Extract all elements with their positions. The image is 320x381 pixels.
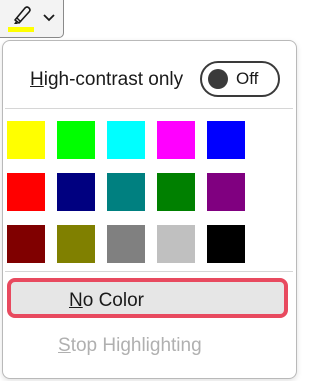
no-color-button[interactable]: No Color [7, 278, 288, 318]
color-swatch-bright-green[interactable] [56, 120, 96, 160]
high-contrast-label-rest: igh-contrast only [43, 69, 184, 90]
color-swatch-pink[interactable] [156, 120, 196, 160]
color-swatch-gray-50[interactable] [106, 224, 146, 264]
high-contrast-accelerator: H [30, 69, 44, 90]
high-contrast-toggle[interactable]: Off [200, 61, 280, 97]
highlighter-split-button[interactable] [0, 0, 64, 38]
color-swatch-green[interactable] [156, 172, 196, 212]
color-swatch-red[interactable] [6, 172, 46, 212]
color-swatch-dark-yellow[interactable] [56, 224, 96, 264]
color-swatch-blue[interactable] [206, 120, 246, 160]
color-swatch-dark-red[interactable] [6, 224, 46, 264]
color-swatch-teal[interactable] [106, 172, 146, 212]
color-swatch-yellow[interactable] [6, 120, 46, 160]
color-swatch-dark-blue[interactable] [56, 172, 96, 212]
divider-top [5, 108, 293, 109]
toggle-state-text: Off [236, 69, 259, 88]
color-swatch-violet[interactable] [206, 172, 246, 212]
stop-highlighting-label-rest: top Highlighting [70, 335, 202, 356]
no-color-label-rest: o Color [82, 290, 144, 311]
toggle-knob [208, 69, 228, 89]
highlight-color-picker: High-contrast only Off No Color Stop Hig… [0, 0, 300, 381]
stop-highlighting-accelerator: S [58, 335, 71, 356]
no-color-label: No Color [69, 290, 144, 312]
color-swatch-gray-25[interactable] [156, 224, 196, 264]
chevron-down-icon[interactable] [42, 12, 56, 22]
current-highlight-color-bar [8, 27, 34, 32]
color-swatch-grid [6, 120, 258, 265]
no-color-accelerator: N [69, 290, 83, 311]
color-swatch-turquoise[interactable] [106, 120, 146, 160]
divider-bottom [5, 271, 293, 272]
color-swatch-black[interactable] [206, 224, 246, 264]
stop-highlighting-button[interactable]: Stop Highlighting [58, 335, 202, 357]
highlighter-pen-icon[interactable] [8, 3, 34, 27]
high-contrast-label: High-contrast only [30, 68, 183, 92]
